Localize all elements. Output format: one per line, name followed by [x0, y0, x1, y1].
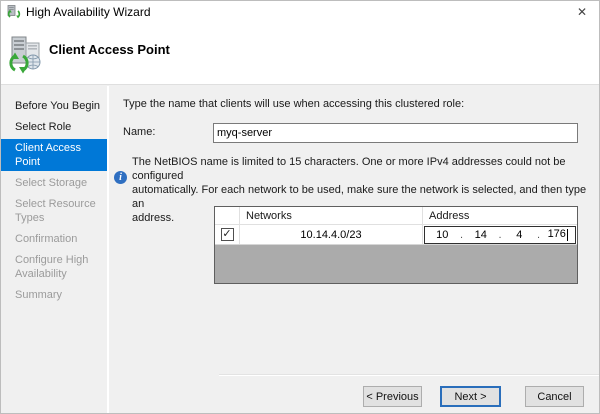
header-checkbox-column: [215, 207, 240, 224]
ip-octet-1[interactable]: 10: [425, 229, 460, 241]
sidebar-item-select-resource-types: Select Resource Types: [1, 195, 107, 227]
ip-octet-4[interactable]: 176: [541, 228, 576, 240]
network-cell: 10.14.4.0/23: [240, 225, 423, 244]
sidebar-item-select-role[interactable]: Select Role: [1, 118, 107, 136]
networks-table: Networks Address ✓ 10.14.4.0/23 10 . 14 …: [214, 206, 578, 284]
text-caret: [567, 229, 568, 241]
info-icon: i: [114, 171, 127, 184]
ip-octet-2[interactable]: 14: [464, 229, 499, 241]
sidebar-item-summary: Summary: [1, 286, 107, 304]
sidebar-item-confirmation: Confirmation: [1, 230, 107, 248]
client-access-point-icon: [9, 36, 45, 74]
network-checkbox[interactable]: ✓: [221, 228, 234, 241]
wizard-body: Before You Begin Select Role Client Acce…: [1, 86, 599, 414]
wizard-steps-sidebar: Before You Begin Select Role Client Acce…: [1, 86, 107, 414]
cancel-button[interactable]: Cancel: [525, 386, 584, 407]
high-availability-wizard-window: High Availability Wizard ✕ Client Access…: [0, 0, 600, 414]
title-bar: High Availability Wizard ✕: [1, 1, 599, 23]
wizard-content: Type the name that clients will use when…: [109, 86, 600, 414]
next-button[interactable]: Next >: [440, 386, 501, 407]
column-header-address: Address: [423, 207, 577, 224]
wizard-app-icon: [7, 5, 21, 19]
sidebar-item-before-you-begin[interactable]: Before You Begin: [1, 97, 107, 115]
ip-octet-3[interactable]: 4: [502, 229, 537, 241]
sidebar-item-client-access-point[interactable]: Client Access Point: [1, 139, 107, 171]
footer-separator: [219, 374, 600, 376]
close-icon[interactable]: ✕: [565, 1, 599, 23]
name-label: Name:: [123, 126, 155, 138]
info-line: The NetBIOS name is limited to 15 charac…: [132, 155, 594, 183]
page-title: Client Access Point: [49, 42, 170, 57]
networks-table-header: Networks Address: [215, 207, 577, 225]
network-row: ✓ 10.14.4.0/23 10 . 14 . 4 . 176: [215, 225, 577, 245]
previous-button[interactable]: < Previous: [363, 386, 422, 407]
sidebar-item-configure-high-availability: Configure High Availability: [1, 251, 107, 283]
ip-address-field[interactable]: 10 . 14 . 4 . 176: [424, 226, 576, 244]
window-title: High Availability Wizard: [26, 5, 151, 19]
instruction-text: Type the name that clients will use when…: [123, 98, 464, 110]
column-header-networks: Networks: [240, 207, 423, 224]
sidebar-item-select-storage: Select Storage: [1, 174, 107, 192]
wizard-header: Client Access Point: [1, 23, 599, 85]
name-input[interactable]: [213, 123, 578, 143]
